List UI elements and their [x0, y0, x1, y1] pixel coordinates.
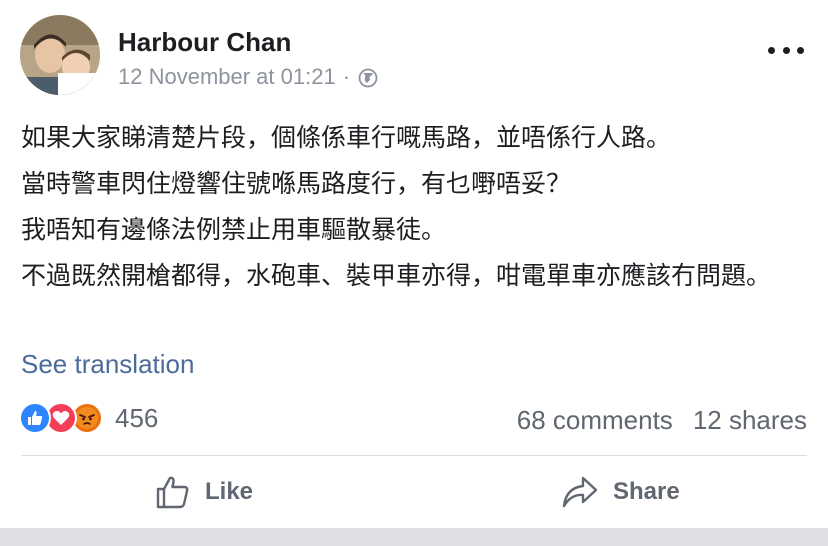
like-reaction-icon [19, 402, 51, 434]
action-bar: Like Share [0, 456, 828, 528]
post-card: Harbour Chan 12 November at 01:21 · 如果大家… [0, 0, 828, 528]
like-button-label: Like [205, 478, 254, 505]
more-dot [768, 46, 775, 54]
share-button-label: Share [613, 478, 680, 505]
avatar[interactable] [20, 15, 100, 95]
more-options-icon[interactable] [768, 42, 804, 58]
post-paragraph: 我唔知有邊條法例禁止用車驅散暴徒。 [21, 215, 447, 244]
thumbs-up-icon [156, 476, 189, 509]
post-paragraph: 如果大家睇清楚片段，個條係車行嘅馬路，並唔係行人路。 [21, 123, 672, 152]
share-arrow-icon [562, 476, 598, 508]
more-dot [797, 46, 804, 54]
see-translation-link[interactable]: See translation [21, 348, 194, 380]
like-button[interactable]: Like [155, 456, 253, 528]
globe-icon [358, 67, 378, 88]
post-paragraph: 不過既然開槍都得，水砲車、裝甲車亦得，咁電單車亦應該冇問題。 [21, 261, 772, 290]
comments-count-link[interactable]: 68 comments [517, 404, 673, 436]
reaction-count: 456 [115, 403, 159, 433]
author-name[interactable]: Harbour Chan [118, 26, 291, 58]
feed-separator [0, 528, 828, 546]
post-paragraph: 當時警車閃住燈響住號喺馬路度行，有乜嘢唔妥？ [21, 169, 572, 198]
engagement-stats: 68 comments 12 shares [517, 404, 807, 436]
share-button[interactable]: Share [561, 456, 680, 528]
more-dot [782, 46, 790, 54]
post-meta: 12 November at 01:21 · [118, 63, 378, 91]
reactions-summary[interactable]: 456 [19, 402, 158, 434]
shares-count-link[interactable]: 12 shares [693, 404, 807, 436]
meta-separator: · [342, 64, 351, 89]
post-timestamp[interactable]: 12 November at 01:21 [118, 63, 336, 91]
post-body: 如果大家睇清楚片段，個條係車行嘅馬路，並唔係行人路。 當時警車閃住燈響住號喺馬路… [21, 120, 811, 304]
